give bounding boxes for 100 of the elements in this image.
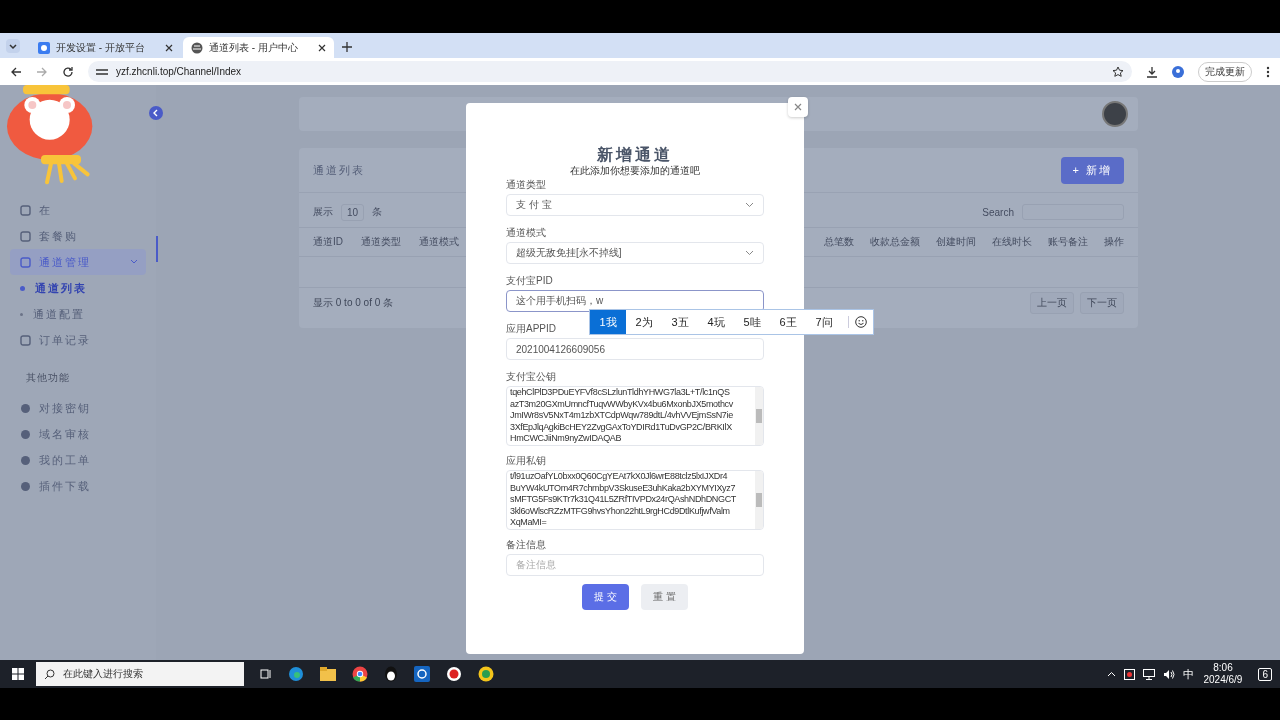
sidebar-item[interactable]: 在 xyxy=(10,197,146,223)
task-view-icon[interactable] xyxy=(260,668,272,680)
field-label: 支付宝公钥 xyxy=(506,370,556,384)
column-header[interactable]: 收款总金额 xyxy=(870,235,920,249)
ime-candidate[interactable]: 2为 xyxy=(626,310,662,334)
update-button[interactable]: 完成更新 xyxy=(1198,61,1252,82)
record-icon[interactable] xyxy=(446,666,462,682)
chevron-icon xyxy=(745,202,754,208)
add-button[interactable]: + 新增 xyxy=(1060,156,1124,184)
input-field[interactable]: 2021004126609056 xyxy=(506,338,764,360)
page-size-select[interactable]: 10 xyxy=(341,203,365,221)
section-heading: 其他功能 xyxy=(25,371,71,385)
app-icon[interactable] xyxy=(414,666,430,682)
profile-icon[interactable] xyxy=(1172,65,1184,78)
select-field[interactable]: 支 付 宝 xyxy=(506,194,764,216)
dialog-title: 新增通道 xyxy=(596,145,674,165)
menu-icon xyxy=(20,480,31,492)
sidebar-item[interactable]: 对接密钥 xyxy=(10,395,146,421)
close-button[interactable] xyxy=(788,97,808,117)
ime-candidate[interactable]: 4玩 xyxy=(698,310,734,334)
rows-label: 条 xyxy=(372,205,383,219)
search-label: Search xyxy=(982,206,1014,218)
chevron-icon xyxy=(152,109,160,117)
menu-icon xyxy=(20,334,31,346)
table-info: 显示 0 to 0 of 0 条 xyxy=(313,296,394,310)
tab-list-button[interactable] xyxy=(6,39,20,53)
sidebar-item[interactable]: 插件下载 xyxy=(10,473,146,499)
back-icon[interactable] xyxy=(10,65,22,78)
sidebar-item[interactable]: 订单记录 xyxy=(10,327,146,353)
chevron-icon xyxy=(745,250,754,256)
sidebar-item[interactable]: 我的工单 xyxy=(10,447,146,473)
input-method-indicator[interactable]: 中 xyxy=(1182,666,1194,682)
column-header[interactable]: 通道ID xyxy=(313,235,343,249)
chevron-icon xyxy=(8,41,18,51)
input-field[interactable]: 备注信息 xyxy=(506,554,764,576)
sidebar-item[interactable]: 通道管理 xyxy=(10,249,146,275)
submenu-item[interactable]: 通道列表 xyxy=(20,275,156,301)
column-header[interactable]: 通道类型 xyxy=(361,235,401,249)
menu-icon xyxy=(20,402,31,414)
menu-icon xyxy=(20,230,31,242)
more-icon[interactable] xyxy=(1266,65,1270,78)
address-field[interactable]: yzf.zhcnli.top/Channel/Index xyxy=(88,61,1132,82)
ime-candidate[interactable]: 5哇 xyxy=(734,310,770,334)
sidebar-item[interactable]: 域名审核 xyxy=(10,421,146,447)
taskbar-search-field[interactable]: 在此键入进行搜索 xyxy=(36,662,244,686)
collapse-button[interactable] xyxy=(149,106,163,120)
column-header[interactable]: 通道模式 xyxy=(419,235,459,249)
field-label: 应用APPID xyxy=(506,322,556,336)
menu-icon xyxy=(20,204,31,216)
windows-icon[interactable] xyxy=(12,668,24,680)
site-settings-icon[interactable] xyxy=(96,66,108,77)
close-icon xyxy=(794,103,802,111)
notification-button[interactable]: 6 xyxy=(1258,667,1272,681)
close-icon[interactable] xyxy=(165,43,173,52)
download-icon[interactable] xyxy=(1146,65,1158,78)
new-tab-icon[interactable] xyxy=(342,42,352,52)
submit-button[interactable]: 提 交 xyxy=(582,584,629,610)
column-header[interactable]: 在线时长 xyxy=(992,235,1032,249)
avatar[interactable] xyxy=(1102,101,1128,127)
emoji-icon[interactable] xyxy=(848,316,867,328)
browser-tab[interactable]: 开发设置 - 开放平台 xyxy=(30,37,181,58)
menu-icon xyxy=(20,454,31,466)
sidebar-item[interactable]: 套餐购 xyxy=(10,223,146,249)
app-icon[interactable] xyxy=(478,666,494,682)
text-area[interactable]: t/l91uzOafYL0bxx0Q60CgYEAt7kX0Jl6wrE88tclz5lxIJXDr4 BuYW4kUTOm4R7chmbpV3SkuseE3uhKaka2bXYMYIXyz7 sMFTG5Fs9KTr7k31Q41L5ZRfTIVPDx24rQAshNDhDNGCT 3kl6oWlscRZzMTFG9hvsYhon22htL9rgHCd9DtlKufjwfValm XqMaMI= xyxy=(506,470,764,530)
ime-candidate[interactable]: 3五 xyxy=(662,310,698,334)
ime-candidate[interactable]: 1我 xyxy=(590,310,626,334)
clock[interactable]: 8:06 2024/6/9 xyxy=(1203,662,1243,686)
app-icon xyxy=(38,41,50,54)
close-icon[interactable] xyxy=(318,43,326,52)
dialog-subtitle: 在此添加你想要添加的通道吧 xyxy=(569,165,701,176)
search-icon xyxy=(44,668,55,680)
menu-icon xyxy=(20,428,31,440)
field-label: 支付宝PID xyxy=(506,274,553,288)
ime-candidate[interactable]: 6王 xyxy=(770,310,806,334)
globe-icon xyxy=(191,41,203,54)
column-header[interactable]: 创建时间 xyxy=(936,235,976,249)
submenu-item[interactable]: 通道配置 xyxy=(20,301,156,327)
reload-icon[interactable] xyxy=(62,65,74,78)
ime-candidate[interactable]: 7问 xyxy=(806,310,842,334)
network-icon[interactable] xyxy=(1142,668,1155,680)
penguin-icon[interactable] xyxy=(384,666,398,682)
chrome-icon[interactable] xyxy=(352,666,368,682)
folder-icon[interactable] xyxy=(320,667,336,681)
text-area[interactable]: tqehClPlD3PDuEYFVf8cSLzlunTldhYHWG7la3L+T/lc1nQS azT3m20GXmUmncfTuqvWWbyKVx4bu6MxonbJX5mothcv JmIWr8sV5NxT4m1zbXTCdpWqw789dtL/4vhVVEjmSsN7ie 3XfEpJlqAgkiBcHEY2ZvgGAxToYDIRd1TuDvGP2C/BRKIlX HmCWCJiiNm9nyZwIDAQAB xyxy=(506,386,764,446)
column-header[interactable]: 总笔数 xyxy=(824,235,854,249)
show-label: 展示 xyxy=(313,205,333,219)
select-field[interactable]: 超级无敌免挂[永不掉线] xyxy=(506,242,764,264)
volume-icon[interactable] xyxy=(1162,668,1175,680)
column-header[interactable]: 操作 xyxy=(1104,235,1124,249)
star-icon[interactable] xyxy=(1112,65,1124,78)
reset-button[interactable]: 重 置 xyxy=(641,584,688,610)
browser-tab[interactable]: 通道列表 - 用户中心 xyxy=(183,37,334,58)
caret-icon[interactable] xyxy=(1106,671,1116,677)
field-label: 通道模式 xyxy=(506,226,546,240)
column-header[interactable]: 账号备注 xyxy=(1048,235,1088,249)
browser-icon[interactable] xyxy=(288,666,304,682)
tray-icon[interactable] xyxy=(1123,668,1135,680)
field-label: 备注信息 xyxy=(506,538,546,552)
menu-icon xyxy=(20,256,31,268)
